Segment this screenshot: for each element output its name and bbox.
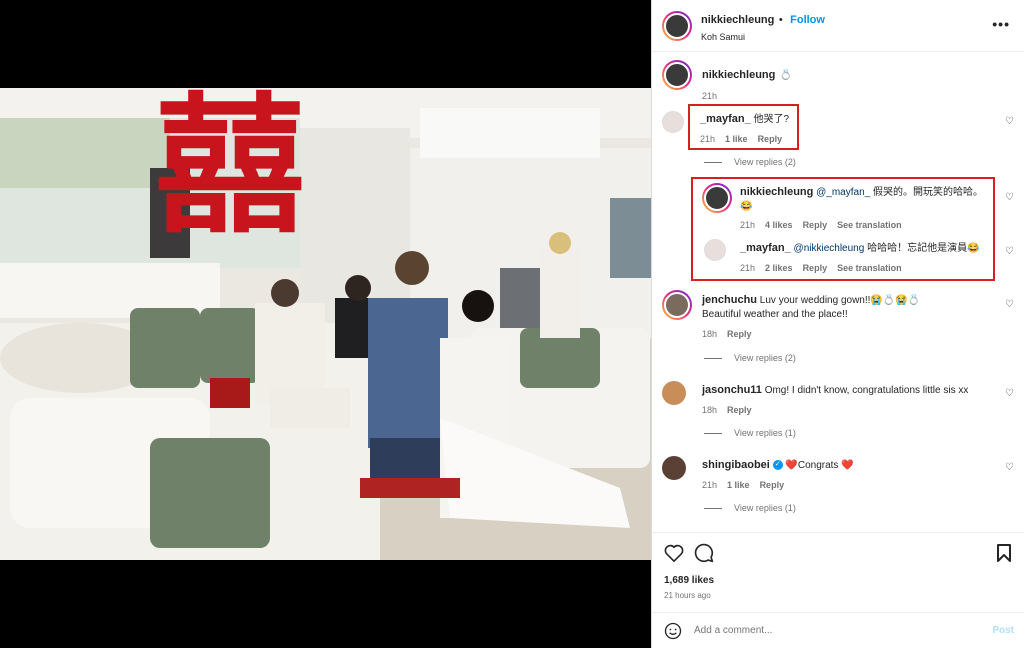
commenter-avatar[interactable] (662, 456, 686, 480)
likes-count[interactable]: 1,689 likes (664, 575, 714, 586)
author-username[interactable]: nikkiechleung (701, 14, 774, 26)
comment-input[interactable] (694, 625, 974, 636)
comment-icon[interactable] (694, 543, 714, 563)
comment-time: 21h (702, 480, 718, 490)
post-timestamp: 21 hours ago (664, 591, 711, 600)
comment-likes[interactable]: 1 like (727, 480, 750, 490)
view-replies-label[interactable]: View replies (1) (734, 428, 796, 438)
verified-badge-icon: ✓ (772, 460, 783, 471)
engagement-photo (0, 88, 651, 560)
view-replies-label[interactable]: View replies (1) (734, 503, 796, 513)
emoji-icon[interactable] (664, 622, 682, 640)
like-comment-icon[interactable]: ♡ (1005, 116, 1014, 127)
comment-text: ❤️Congrats ❤️ (785, 460, 854, 471)
separator-dot: • (778, 13, 783, 26)
comment-text: Luv your wedding gown!!😭💍😭💍 (759, 295, 921, 306)
post-header: nikkiechleung • Follow Koh Samui ••• (652, 0, 1024, 52)
author-avatar[interactable] (662, 10, 692, 41)
comment: jenchuchu Luv your wedding gown!!😭💍😭💍 Be… (662, 290, 1012, 339)
commenter-avatar[interactable] (662, 381, 686, 405)
save-icon[interactable] (996, 544, 1012, 562)
post-media: 囍 (0, 0, 651, 648)
double-happiness-sign: 囍 (155, 88, 306, 254)
comment-time: 18h (702, 329, 718, 339)
post-sidebar: nikkiechleung • Follow Koh Samui ••• nik… (651, 0, 1024, 648)
comment-username[interactable]: jenchuchu (702, 294, 757, 306)
comment-username[interactable]: shingibaobei (702, 459, 770, 471)
like-icon[interactable] (664, 544, 684, 562)
comment: jasonchu11 Omg! I didn't know, congratul… (662, 381, 1012, 415)
caption-avatar[interactable] (662, 60, 692, 90)
instagram-post-modal: 囍 nikkiechleung • Follow Koh Samui ••• n… (0, 0, 1024, 648)
more-options-icon[interactable]: ••• (992, 16, 1010, 32)
like-reply-icon[interactable]: ♡ (1005, 246, 1014, 257)
like-comment-icon[interactable]: ♡ (1005, 462, 1014, 473)
add-comment-bar: Post (652, 612, 1024, 648)
commenter-avatar[interactable] (662, 111, 684, 133)
view-replies[interactable]: View replies (2) (704, 157, 796, 167)
like-comment-icon[interactable]: ♡ (1005, 388, 1014, 399)
reply-button[interactable]: Reply (760, 480, 785, 490)
view-replies[interactable]: View replies (1) (704, 503, 796, 513)
view-replies-label[interactable]: View replies (2) (734, 157, 796, 167)
reply-button[interactable]: Reply (727, 329, 752, 339)
reply-button[interactable]: Reply (727, 405, 752, 415)
caption: nikkiechleung 💍 21h (662, 60, 1012, 101)
highlight-box (688, 104, 799, 150)
caption-time: 21h (702, 91, 718, 101)
comment-text-line2: Beautiful weather and the place!! (702, 309, 848, 320)
post-location[interactable]: Koh Samui (701, 32, 825, 42)
view-replies[interactable]: View replies (2) (704, 353, 796, 363)
like-reply-icon[interactable]: ♡ (1005, 192, 1014, 203)
view-replies-label[interactable]: View replies (2) (734, 353, 796, 363)
comment-time: 18h (702, 405, 718, 415)
commenter-avatar[interactable] (662, 290, 692, 320)
caption-username[interactable]: nikkiechleung (702, 69, 775, 81)
comment-username[interactable]: jasonchu11 (702, 384, 762, 396)
highlight-box (691, 177, 995, 281)
post-comment-button[interactable]: Post (992, 625, 1014, 636)
like-comment-icon[interactable]: ♡ (1005, 299, 1014, 310)
comment-text: Omg! I didn't know, congratulations litt… (764, 385, 969, 396)
post-photo[interactable]: 囍 (0, 88, 651, 560)
ring-emoji: 💍 (779, 70, 793, 81)
comment: shingibaobei ✓ ❤️Congrats ❤️ 21h 1 like Re… (662, 456, 1012, 490)
post-actions: 1,689 likes 21 hours ago (652, 532, 1024, 612)
view-replies[interactable]: View replies (1) (704, 428, 796, 438)
follow-button[interactable]: Follow (790, 14, 825, 26)
